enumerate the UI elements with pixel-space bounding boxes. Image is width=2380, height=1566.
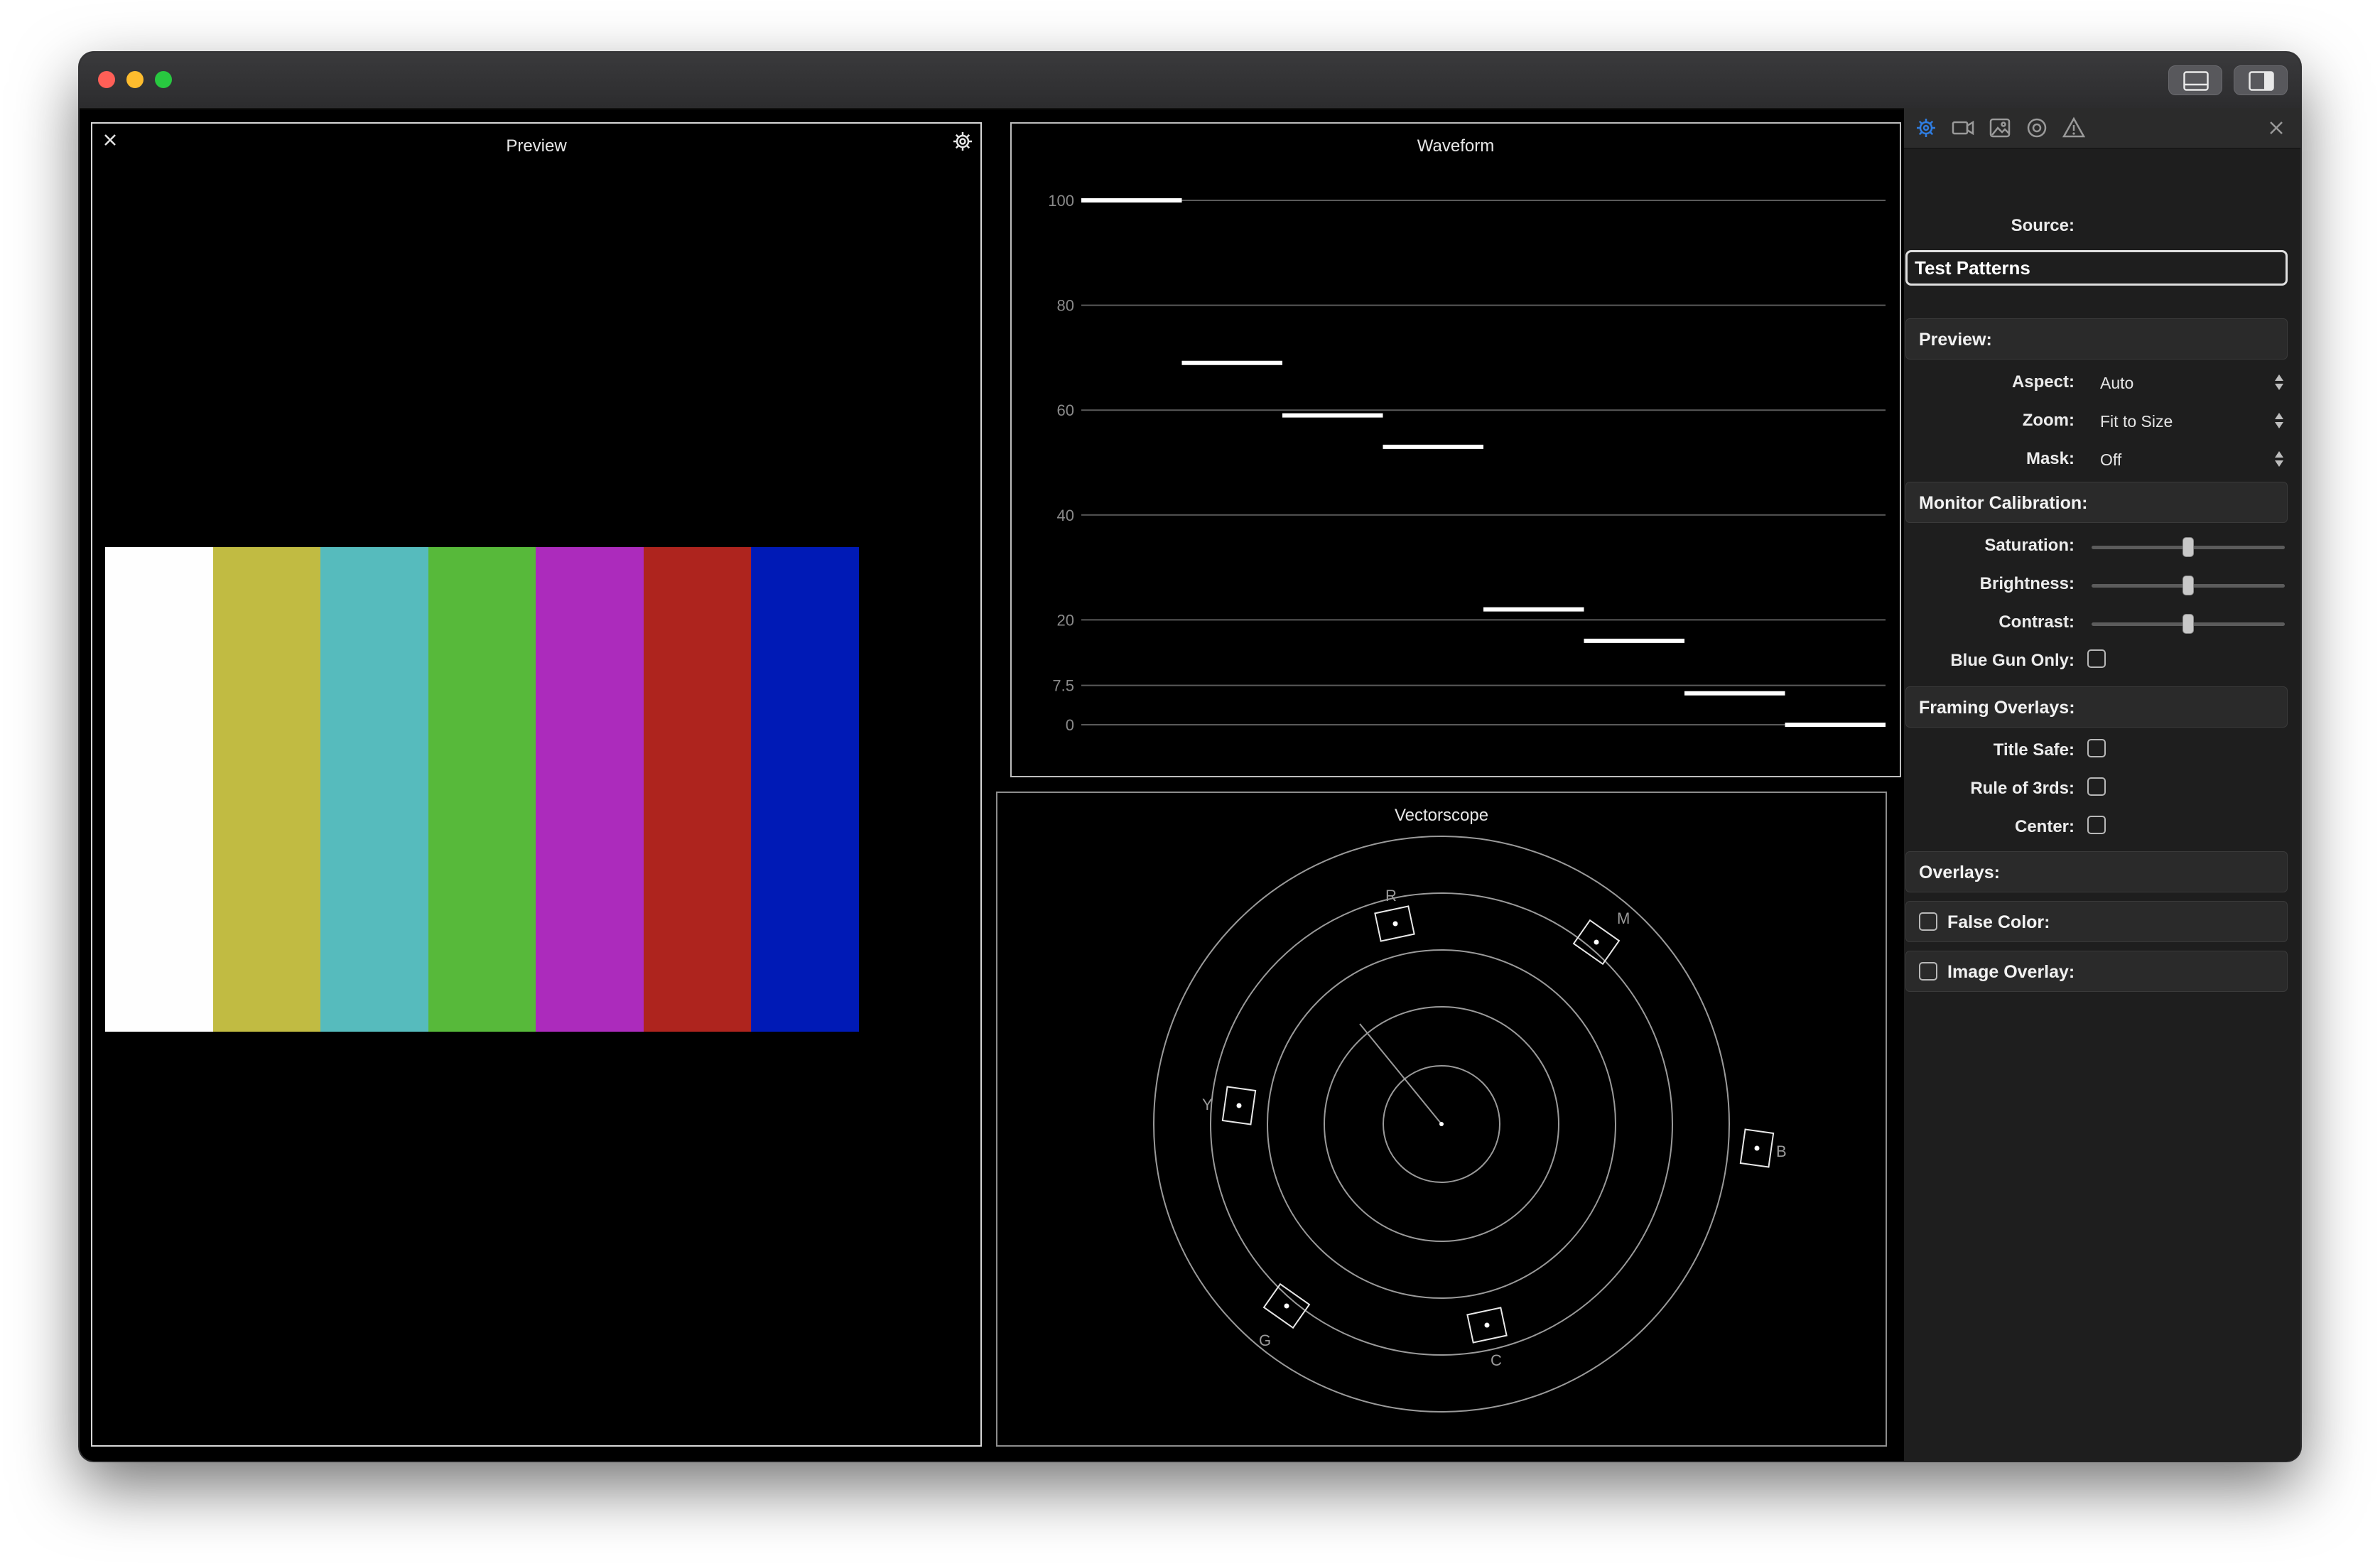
zoom-popup[interactable]: Fit to Size <box>2100 412 2173 431</box>
preview-section-title: Preview: <box>1919 330 1992 350</box>
overlays-section-title: Overlays: <box>1919 863 2000 882</box>
waveform-tick-label: 40 <box>1057 507 1074 524</box>
vectorscope-center-dot <box>1439 1122 1444 1126</box>
color-bar <box>320 547 428 1032</box>
waveform-plot: 100 80 60 40 20 7.5 0 <box>1048 192 1886 734</box>
overlays-section-header[interactable]: Overlays: <box>1905 851 2288 892</box>
waveform-tick-label: 60 <box>1057 401 1074 419</box>
contrast-label: Contrast: <box>1998 612 2075 632</box>
waveform-panel: Waveform 100 80 60 40 20 7.5 0 <box>1010 122 1901 777</box>
rule-thirds-label: Rule of 3rds: <box>1970 779 2075 798</box>
color-bar <box>643 547 751 1032</box>
label-g: G <box>1259 1332 1271 1349</box>
label-m: M <box>1617 909 1630 927</box>
label-r: R <box>1385 887 1397 904</box>
toggle-bottom-panel-button[interactable] <box>2168 65 2222 95</box>
preview-title: Preview <box>506 136 567 156</box>
toggle-inspector-button[interactable] <box>2234 65 2288 95</box>
target-dot-magenta <box>1594 939 1599 945</box>
label-b: B <box>1776 1143 1787 1160</box>
false-color-checkbox[interactable] <box>1919 912 1937 931</box>
preview-section-header[interactable]: Preview: <box>1905 318 2288 360</box>
brightness-label: Brightness: <box>1979 574 2075 593</box>
title-bar <box>80 53 2300 109</box>
color-bars <box>105 547 859 1032</box>
close-window-button[interactable] <box>98 71 115 88</box>
calibration-section-header[interactable]: Monitor Calibration: <box>1905 482 2288 523</box>
center-label: Center: <box>2014 817 2075 836</box>
color-bar <box>428 547 536 1032</box>
vectorscope-panel: Vectorscope R M B C G Y <box>996 792 1887 1447</box>
color-bar <box>212 547 320 1032</box>
color-bar <box>105 547 213 1032</box>
mask-popup[interactable]: Off <box>2100 450 2121 470</box>
settings-icon[interactable] <box>1914 117 1938 139</box>
image-overlay-label: Image Overlay: <box>1947 962 2075 982</box>
waveform-tick-label: 100 <box>1048 192 1074 210</box>
title-safe-label: Title Safe: <box>1993 740 2075 760</box>
aspect-stepper-icon[interactable] <box>2273 372 2285 392</box>
center-checkbox[interactable] <box>2087 816 2106 834</box>
target-dot-blue <box>1754 1145 1760 1151</box>
minimize-window-button[interactable] <box>126 71 144 88</box>
vectorscope-plot: R M B C G Y <box>1153 836 1787 1413</box>
waveform-tick-label: 80 <box>1057 297 1074 315</box>
blue-gun-checkbox[interactable] <box>2087 649 2106 668</box>
aspect-popup[interactable]: Auto <box>2100 374 2133 393</box>
color-bar <box>536 547 644 1032</box>
color-bar <box>751 547 859 1032</box>
gear-icon[interactable] <box>952 131 973 152</box>
scope-window: Preview Waveform 100 80 60 40 20 7.5 0 V… <box>80 53 2300 1461</box>
skin-tone-line <box>1359 1023 1442 1125</box>
image-icon[interactable] <box>1988 117 2012 139</box>
aspect-label: Aspect: <box>2011 372 2075 392</box>
zoom-stepper-icon[interactable] <box>2273 411 2285 431</box>
calibration-section-title: Monitor Calibration: <box>1919 493 2088 513</box>
label-c: C <box>1491 1351 1502 1369</box>
close-inspector-icon[interactable] <box>2266 118 2286 138</box>
image-overlay-checkbox[interactable] <box>1919 962 1937 981</box>
panel-bottom-icon <box>2183 71 2209 91</box>
saturation-slider-knob[interactable] <box>2182 537 2194 557</box>
zoom-window-button[interactable] <box>155 71 172 88</box>
false-color-row[interactable]: False Color: <box>1905 901 2288 942</box>
false-color-label: False Color: <box>1947 912 2050 932</box>
waveform-tick-label: 7.5 <box>1052 677 1074 695</box>
waveform-tick-label: 0 <box>1066 716 1074 734</box>
warning-icon[interactable] <box>2062 117 2086 139</box>
waveform-tick-label: 20 <box>1057 611 1074 629</box>
target-dot-cyan <box>1484 1322 1490 1328</box>
inspector-tabs <box>1904 108 2300 148</box>
preview-panel: Preview <box>91 122 982 1447</box>
source-field[interactable]: Test Patterns <box>1905 250 2288 286</box>
target-dot-green <box>1284 1303 1289 1309</box>
title-safe-checkbox[interactable] <box>2087 739 2106 757</box>
target-dot-yellow <box>1236 1103 1242 1108</box>
framing-section-header[interactable]: Framing Overlays: <box>1905 686 2288 728</box>
mask-stepper-icon[interactable] <box>2273 449 2285 469</box>
rule-thirds-checkbox[interactable] <box>2087 777 2106 796</box>
mask-label: Mask: <box>2025 449 2075 468</box>
blue-gun-label: Blue Gun Only: <box>1950 651 2075 670</box>
target-icon[interactable] <box>2025 117 2049 139</box>
zoom-label: Zoom: <box>2022 411 2075 430</box>
inspector-panel: Source: Test Patterns Preview: Aspect: A… <box>1904 108 2300 1461</box>
label-y: Y <box>1202 1096 1213 1113</box>
contrast-slider-knob[interactable] <box>2182 614 2194 634</box>
brightness-slider-knob[interactable] <box>2182 576 2194 595</box>
camera-icon[interactable] <box>1951 117 1975 139</box>
target-dot-red <box>1392 921 1398 927</box>
saturation-label: Saturation: <box>1984 536 2075 555</box>
image-overlay-row[interactable]: Image Overlay: <box>1905 951 2288 992</box>
source-label: Source: <box>2011 216 2075 235</box>
sidebar-right-icon <box>2249 71 2274 91</box>
framing-section-title: Framing Overlays: <box>1919 698 2075 718</box>
